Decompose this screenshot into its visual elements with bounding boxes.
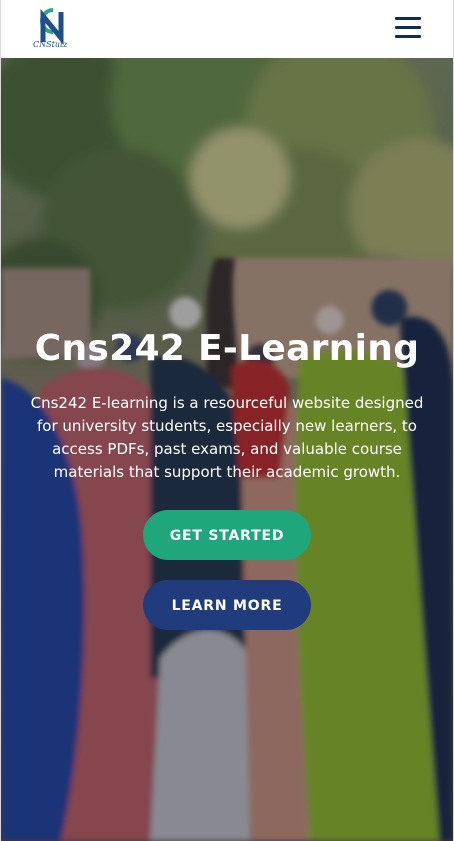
- site-logo[interactable]: CNStutz: [31, 6, 75, 52]
- hero-section: Cns242 E-Learning Cns242 E-learning is a…: [1, 58, 453, 841]
- logo-text: CNStutz: [33, 40, 68, 49]
- learn-more-button[interactable]: LEARN MORE: [143, 580, 311, 630]
- get-started-button[interactable]: GET STARTED: [143, 510, 311, 560]
- hamburger-menu-icon[interactable]: [395, 17, 423, 39]
- hero-title: Cns242 E-Learning: [34, 328, 420, 369]
- hamburger-line: [395, 17, 421, 20]
- page: CNStutz Cns242 E-Learning Cns242 E-learn…: [0, 0, 454, 841]
- hamburger-line: [395, 26, 421, 29]
- site-header: CNStutz: [1, 0, 453, 58]
- hamburger-line: [395, 35, 421, 38]
- hero-content: Cns242 E-Learning Cns242 E-learning is a…: [1, 320, 453, 630]
- hero-description: Cns242 E-learning is a resourceful websi…: [30, 394, 424, 481]
